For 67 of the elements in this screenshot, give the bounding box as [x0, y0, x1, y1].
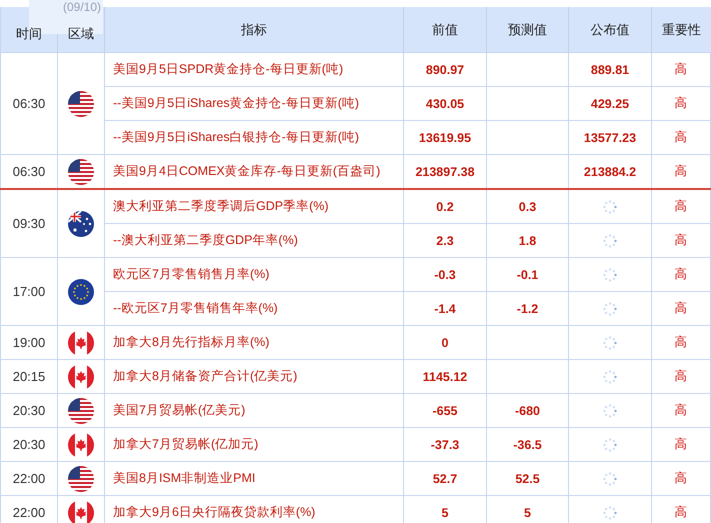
- loading-spinner-icon: [603, 404, 617, 418]
- importance-text: 高: [674, 301, 688, 315]
- forecast-value: 1.8: [518, 234, 536, 248]
- importance-text: 高: [674, 369, 688, 383]
- previous-value: 2.3: [436, 234, 454, 248]
- previous-value: 890.97: [426, 62, 464, 76]
- forecast-value: 0.3: [518, 200, 536, 214]
- previous-value: 0.2: [436, 200, 454, 214]
- forecast-value: -0.1: [516, 268, 538, 282]
- importance-text: 高: [674, 96, 688, 110]
- previous-value: 213897.38: [415, 164, 475, 178]
- importance-text: 高: [674, 199, 688, 213]
- time-text: 06:30: [12, 96, 46, 111]
- time-text: 17:00: [12, 284, 46, 299]
- importance-text: 高: [674, 471, 688, 485]
- actual-value: 13577.23: [584, 130, 636, 144]
- previous-value: -37.3: [430, 438, 460, 452]
- loading-spinner-icon: [603, 472, 617, 486]
- importance-text: 高: [674, 437, 688, 451]
- column-header: 公布值: [568, 7, 652, 52]
- time-text: 09:30: [12, 216, 46, 231]
- loading-spinner-icon: [603, 506, 617, 520]
- previous-value: -1.4: [434, 302, 456, 316]
- time-text: 22:00: [12, 471, 46, 486]
- column-header: 重要性: [652, 7, 710, 52]
- importance-text: 高: [674, 164, 688, 178]
- importance-text: 高: [674, 403, 688, 417]
- importance-text: 高: [674, 505, 688, 519]
- actual-value: 889.81: [590, 62, 630, 76]
- forecast-value: 5: [524, 506, 531, 520]
- loading-spinner-icon: [603, 302, 617, 316]
- previous-value: 13619.95: [418, 130, 472, 144]
- importance-text: 高: [674, 267, 688, 281]
- actual-value: 213884.2: [584, 164, 636, 178]
- loading-spinner-icon: [603, 370, 617, 384]
- forecast-value: -1.2: [516, 302, 538, 316]
- column-header: 预测值: [486, 7, 568, 52]
- loading-spinner-icon: [603, 200, 617, 214]
- loading-spinner-icon: [603, 234, 617, 248]
- forecast-value: 52.5: [515, 472, 540, 486]
- actual-value: 429.25: [590, 96, 630, 110]
- time-text: 06:30: [12, 164, 46, 179]
- previous-value: 52.7: [432, 472, 458, 486]
- column-header: 前值: [404, 7, 486, 52]
- forecast-value: -36.5: [513, 438, 542, 452]
- loading-spinner-icon: [603, 438, 617, 452]
- loading-spinner-icon: [603, 336, 617, 350]
- time-text: 20:30: [12, 437, 46, 452]
- previous-value: 1145.12: [422, 370, 468, 384]
- loading-spinner-icon: [603, 268, 617, 282]
- indicator-link[interactable]: 美国8月ISM非制造业PMI: [113, 471, 256, 485]
- importance-text: 高: [674, 62, 688, 76]
- importance-text: 高: [674, 233, 688, 247]
- time-text: 20:30: [12, 403, 46, 418]
- importance-text: 高: [674, 130, 688, 144]
- importance-text: 高: [674, 335, 688, 349]
- previous-value: 0: [442, 336, 448, 350]
- column-header: 指标: [104, 7, 404, 52]
- forecast-value: -680: [514, 404, 540, 418]
- previous-value: -655: [432, 404, 458, 418]
- previous-value: 5: [442, 506, 448, 520]
- previous-value: 430.05: [426, 96, 464, 110]
- indicator-link[interactable]: 美国7月贸易帐(亿美元): [113, 403, 246, 417]
- time-text: 20:15: [12, 369, 46, 384]
- time-text: 22:00: [12, 505, 46, 520]
- time-text: 19:00: [12, 335, 46, 350]
- previous-value: -0.3: [434, 268, 456, 282]
